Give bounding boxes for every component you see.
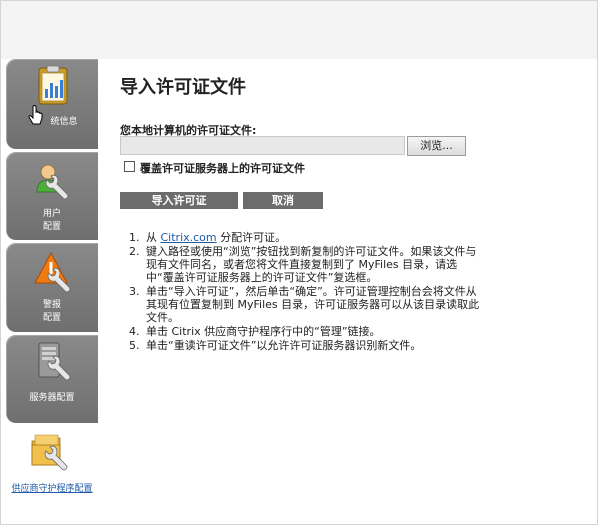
list-item: 1. 从 Citrix.com 分配许可证。: [129, 231, 481, 244]
page-title: 导入许可证文件: [120, 77, 246, 98]
license-file-input[interactable]: [120, 136, 405, 155]
sidebar-item-system-info[interactable]: 统信息: [6, 59, 98, 149]
sidebar-item-label-line2: 配置: [42, 222, 61, 232]
list-item: 5. 单击“重读许可证文件”以允许许可证服务器识别新文件。: [129, 339, 481, 352]
step-text: 从: [146, 231, 161, 244]
step-number: 4.: [129, 325, 140, 338]
folder-wrench-icon: [31, 434, 68, 471]
sidebar-item-label-line2: 配置: [42, 313, 61, 323]
step-text: 键入路径或使用“浏览”按钮找到新复制的许可证文件。如果该文件与现有文件同名，或者…: [146, 245, 477, 284]
instruction-steps: 1. 从 Citrix.com 分配许可证。 2. 键入路径或使用“浏览”按钮找…: [129, 231, 481, 353]
list-item: 4. 单击 Citrix 供应商守护程序行中的“管理”链接。: [129, 325, 481, 338]
step-text: 单击“重读许可证文件”以允许许可证服务器识别新文件。: [146, 339, 422, 352]
sidebar-item-server-config[interactable]: 服务器配置: [6, 335, 98, 423]
cancel-button[interactable]: 取消: [243, 192, 323, 209]
step-number: 1.: [129, 231, 140, 244]
step-text: 单击 Citrix 供应商守护程序行中的“管理”链接。: [146, 325, 381, 338]
sidebar-item-user-config[interactable]: 用户 配置: [6, 152, 98, 240]
sidebar-item-alert-config[interactable]: 警报 配置: [6, 243, 98, 332]
sidebar-item-label: 供应商守护程序配置: [11, 484, 93, 494]
main-panel: 导入许可证文件 您本地计算机的许可证文件: 浏览... 覆盖许可证服务器上的许可…: [98, 59, 597, 523]
import-license-button[interactable]: 导入许可证: [120, 192, 238, 209]
citrix-link[interactable]: Citrix.com: [161, 231, 217, 244]
overwrite-checkbox[interactable]: [124, 161, 135, 172]
list-item: 2. 键入路径或使用“浏览”按钮找到新复制的许可证文件。如果该文件与现有文件同名…: [129, 245, 481, 284]
list-item: 3. 单击“导入许可证”，然后单击“确定”。许可证管理控制台会将文件从其现有位置…: [129, 285, 481, 324]
server-wrench-icon: [38, 342, 71, 381]
sidebar-item-label-line1: 警报: [42, 300, 61, 310]
clipboard-chart-icon: [38, 65, 68, 105]
step-text: 单击“导入许可证”，然后单击“确定”。许可证管理控制台会将文件从其现有位置复制到…: [146, 285, 480, 324]
step-number: 5.: [129, 339, 140, 352]
overwrite-checkbox-label: 覆盖许可证服务器上的许可证文件: [140, 162, 305, 175]
sidebar-item-label-line1: 用户: [42, 209, 61, 219]
warning-wrench-icon: [34, 251, 71, 293]
user-wrench-icon: [36, 164, 69, 200]
step-number: 2.: [129, 245, 140, 258]
browse-button[interactable]: 浏览...: [407, 136, 466, 156]
top-banner: [1, 1, 597, 59]
step-number: 3.: [129, 285, 140, 298]
sidebar-item-vendor-daemon-config[interactable]: 供应商守护程序配置: [6, 425, 98, 500]
sidebar-item-label: 服务器配置: [29, 393, 75, 403]
sidebar-item-label: 统信息: [50, 117, 78, 127]
step-text: 分配许可证。: [216, 231, 287, 244]
